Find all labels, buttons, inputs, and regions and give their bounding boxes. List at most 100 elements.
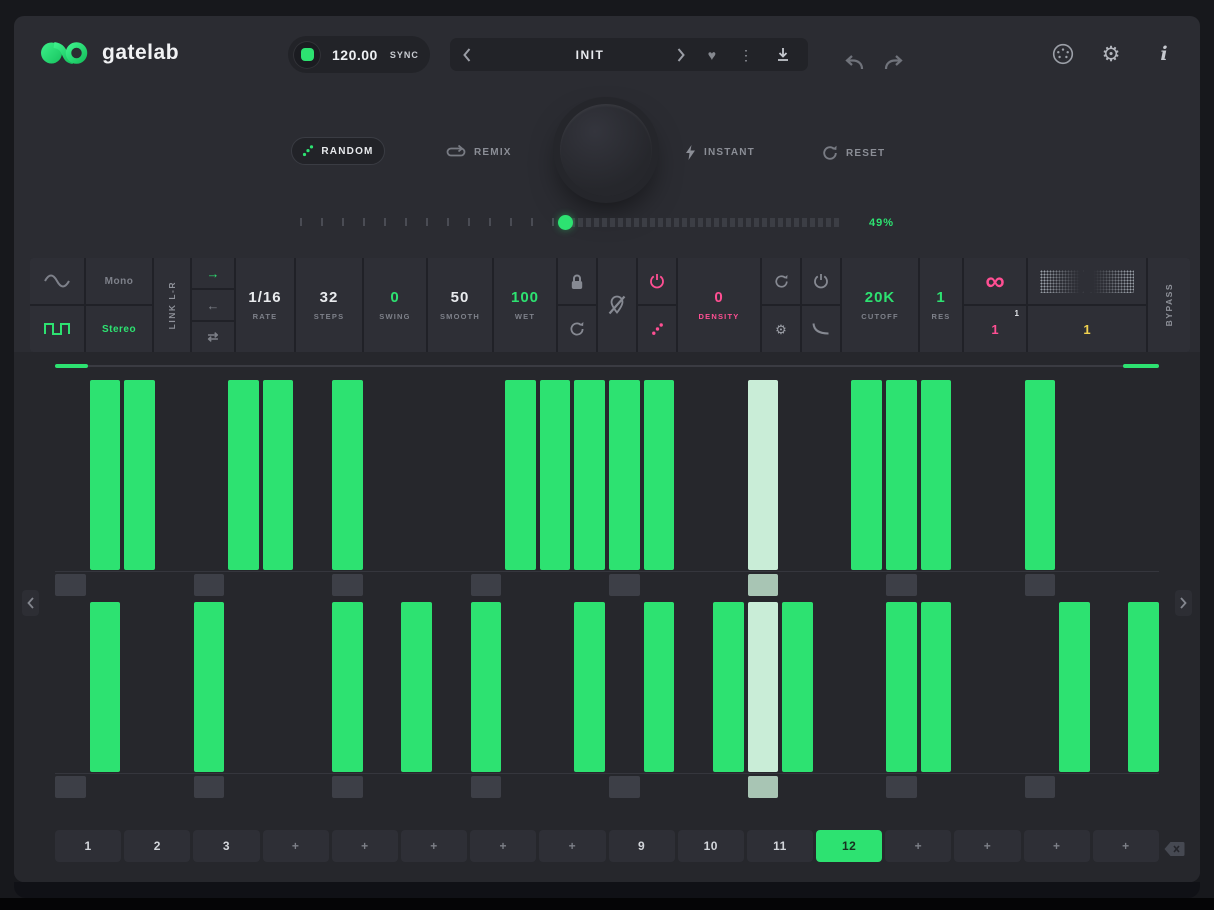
step-right-30[interactable] bbox=[1059, 602, 1090, 800]
step-left-6[interactable] bbox=[228, 380, 259, 598]
preset-next-button[interactable] bbox=[677, 48, 685, 62]
step-left-10[interactable] bbox=[367, 380, 398, 598]
density-random-button[interactable] bbox=[638, 306, 676, 352]
step-right-22[interactable] bbox=[782, 602, 813, 800]
loop-end-handle[interactable] bbox=[1123, 364, 1159, 368]
settings-button[interactable]: ⚙ bbox=[1100, 43, 1122, 65]
slider-handle[interactable] bbox=[558, 215, 573, 230]
step-right-18[interactable] bbox=[644, 602, 675, 800]
infinity-button[interactable]: ∞ bbox=[964, 258, 1026, 304]
step-left-32[interactable] bbox=[1128, 380, 1159, 598]
step-right-3[interactable] bbox=[124, 602, 155, 800]
param-rate[interactable]: 1/16RATE bbox=[236, 258, 294, 352]
step-left-21[interactable] bbox=[748, 380, 779, 598]
step-right-10[interactable] bbox=[367, 602, 398, 800]
preset-menu-icon[interactable]: ⋮ bbox=[739, 48, 753, 62]
step-right-28[interactable] bbox=[990, 602, 1021, 800]
step-left-5[interactable] bbox=[194, 380, 225, 598]
step-right-19[interactable] bbox=[678, 602, 709, 800]
reset-button[interactable]: RESET bbox=[822, 145, 885, 161]
pattern-slot-12[interactable]: 12 bbox=[816, 830, 882, 862]
step-left-27[interactable] bbox=[955, 380, 986, 598]
step-left-18[interactable] bbox=[644, 380, 675, 598]
step-right-9[interactable] bbox=[332, 602, 363, 800]
param-swing[interactable]: 0SWING bbox=[364, 258, 426, 352]
step-right-16[interactable] bbox=[574, 602, 605, 800]
step-right-32[interactable] bbox=[1128, 602, 1159, 800]
filter-slope-button[interactable] bbox=[802, 306, 840, 352]
step-left-13[interactable] bbox=[471, 380, 502, 598]
step-left-4[interactable] bbox=[159, 380, 190, 598]
dither-pattern-a-icon[interactable] bbox=[1040, 270, 1084, 293]
pin-disable-button[interactable] bbox=[598, 258, 636, 352]
param-steps[interactable]: 32STEPS bbox=[296, 258, 362, 352]
pattern-slot-7[interactable]: + bbox=[470, 830, 536, 862]
step-left-19[interactable] bbox=[678, 380, 709, 598]
pattern-slot-10[interactable]: 10 bbox=[678, 830, 744, 862]
step-left-17[interactable] bbox=[609, 380, 640, 598]
pattern-slot-3[interactable]: 3 bbox=[193, 830, 259, 862]
pattern-slot-14[interactable]: + bbox=[954, 830, 1020, 862]
step-right-12[interactable] bbox=[436, 602, 467, 800]
info-button[interactable]: i bbox=[1153, 43, 1175, 65]
direction-pingpong-button[interactable]: ⇄ bbox=[192, 322, 234, 352]
pattern-slot-11[interactable]: 11 bbox=[747, 830, 813, 862]
sine-wave-button[interactable] bbox=[30, 258, 84, 304]
variation-slider[interactable] bbox=[300, 214, 840, 230]
stereo-button[interactable]: Stereo bbox=[86, 306, 152, 352]
param-smooth[interactable]: 50SMOOTH bbox=[428, 258, 492, 352]
pattern-slot-15[interactable]: + bbox=[1024, 830, 1090, 862]
filter-power-button[interactable] bbox=[802, 258, 840, 304]
step-left-25[interactable] bbox=[886, 380, 917, 598]
retrigger-button[interactable] bbox=[558, 306, 596, 352]
save-preset-icon[interactable] bbox=[776, 47, 790, 62]
pattern-slot-5[interactable]: + bbox=[332, 830, 398, 862]
dither-value-cell[interactable]: 1 bbox=[1028, 306, 1146, 352]
step-right-27[interactable] bbox=[955, 602, 986, 800]
step-left-20[interactable] bbox=[713, 380, 744, 598]
pattern-slot-16[interactable]: + bbox=[1093, 830, 1159, 862]
sync-toggle[interactable]: SYNC bbox=[390, 50, 419, 60]
step-right-11[interactable] bbox=[401, 602, 432, 800]
cycle-settings-button[interactable]: ⚙ bbox=[762, 306, 800, 352]
step-right-23[interactable] bbox=[817, 602, 848, 800]
direction-forward-button[interactable]: → bbox=[192, 258, 234, 288]
step-left-11[interactable] bbox=[401, 380, 432, 598]
step-right-17[interactable] bbox=[609, 602, 640, 800]
step-left-14[interactable] bbox=[505, 380, 536, 598]
step-left-22[interactable] bbox=[782, 380, 813, 598]
step-right-6[interactable] bbox=[228, 602, 259, 800]
main-knob[interactable] bbox=[560, 104, 652, 196]
undo-button[interactable] bbox=[844, 54, 866, 71]
step-right-14[interactable] bbox=[505, 602, 536, 800]
direction-reverse-button[interactable]: ← bbox=[192, 290, 234, 320]
play-stop-button[interactable] bbox=[293, 41, 321, 69]
step-left-12[interactable] bbox=[436, 380, 467, 598]
step-left-3[interactable] bbox=[124, 380, 155, 598]
pattern-delete-button[interactable] bbox=[1160, 836, 1188, 862]
step-left-8[interactable] bbox=[297, 380, 328, 598]
redo-button[interactable] bbox=[882, 54, 904, 71]
step-left-29[interactable] bbox=[1025, 380, 1056, 598]
pattern-slot-9[interactable]: 9 bbox=[609, 830, 675, 862]
bypass-button[interactable]: BYPASS bbox=[1148, 258, 1190, 352]
step-left-28[interactable] bbox=[990, 380, 1021, 598]
instant-button[interactable]: INSTANT bbox=[685, 145, 755, 160]
favorite-icon[interactable]: ♥ bbox=[708, 48, 716, 62]
step-right-31[interactable] bbox=[1094, 602, 1125, 800]
dither-pattern-b-icon[interactable] bbox=[1090, 270, 1134, 293]
pattern-slot-4[interactable]: + bbox=[263, 830, 329, 862]
pattern-slot-2[interactable]: 2 bbox=[124, 830, 190, 862]
step-left-30[interactable] bbox=[1059, 380, 1090, 598]
step-left-15[interactable] bbox=[540, 380, 571, 598]
sequencer-next-button[interactable] bbox=[1175, 590, 1192, 616]
step-left-23[interactable] bbox=[817, 380, 848, 598]
step-right-20[interactable] bbox=[713, 602, 744, 800]
preset-name[interactable]: INIT bbox=[490, 38, 690, 71]
loop-start-handle[interactable] bbox=[55, 364, 88, 368]
step-right-4[interactable] bbox=[159, 602, 190, 800]
step-right-1[interactable] bbox=[55, 602, 86, 800]
pattern-slot-1[interactable]: 1 bbox=[55, 830, 121, 862]
step-left-16[interactable] bbox=[574, 380, 605, 598]
step-left-9[interactable] bbox=[332, 380, 363, 598]
